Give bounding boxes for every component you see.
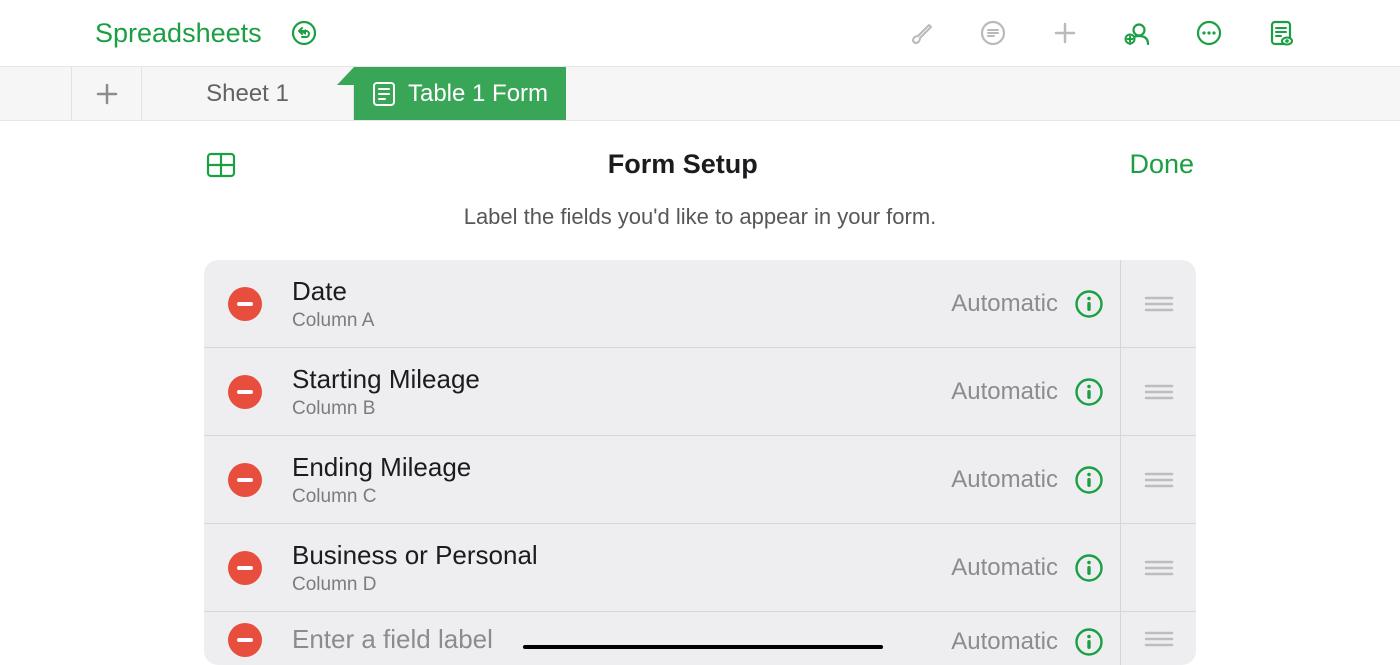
drag-handle-icon[interactable]	[1120, 260, 1196, 347]
field-column: Column D	[292, 574, 951, 596]
field-label: Business or Personal	[292, 540, 951, 571]
field-label-area[interactable]: Business or Personal Column D	[292, 540, 951, 596]
form-preview-icon[interactable]	[1267, 19, 1295, 47]
new-field-input[interactable]: Enter a field label	[292, 624, 493, 665]
field-column: Column C	[292, 486, 951, 508]
field-row: Starting Mileage Column B Automatic	[204, 348, 1196, 436]
drag-handle-icon[interactable]	[1120, 436, 1196, 523]
tabbar-leading-spacer	[0, 67, 72, 120]
form-setup-subtitle: Label the fields you'd like to appear in…	[0, 204, 1400, 230]
form-icon	[372, 81, 396, 107]
field-label: Starting Mileage	[292, 364, 951, 395]
field-type-label: Automatic	[951, 290, 1058, 318]
app-toolbar: Spreadsheets	[0, 0, 1400, 67]
delete-field-button[interactable]	[228, 375, 262, 409]
table-icon[interactable]	[206, 153, 236, 177]
toolbar-right	[907, 19, 1380, 47]
form-setup-title: Form Setup	[608, 149, 758, 180]
field-row: Date Column A Automatic	[204, 260, 1196, 348]
delete-field-button[interactable]	[228, 287, 262, 321]
tab-sheet-1-label: Sheet 1	[206, 80, 289, 108]
delete-field-button[interactable]	[228, 623, 262, 657]
drag-handle-icon[interactable]	[1120, 348, 1196, 435]
collaborate-icon[interactable]	[1123, 19, 1151, 47]
form-setup-header: Form Setup Done	[0, 121, 1400, 180]
field-label: Ending Mileage	[292, 452, 951, 483]
brush-icon[interactable]	[907, 19, 935, 47]
text-cursor	[523, 645, 883, 649]
field-type-label: Automatic	[951, 554, 1058, 582]
field-type-label: Automatic	[951, 378, 1058, 406]
toolbar-left: Spreadsheets	[0, 18, 318, 49]
delete-field-button[interactable]	[228, 551, 262, 585]
list-circle-icon[interactable]	[979, 19, 1007, 47]
tab-table-form[interactable]: Table 1 Form	[354, 67, 566, 120]
field-label: Date	[292, 276, 951, 307]
more-icon[interactable]	[1195, 19, 1223, 47]
drag-handle-icon[interactable]	[1120, 612, 1196, 665]
back-button[interactable]: Spreadsheets	[95, 18, 262, 49]
done-button[interactable]: Done	[1129, 149, 1194, 180]
field-label-area[interactable]: Ending Mileage Column C	[292, 452, 951, 508]
field-label-area[interactable]: Date Column A	[292, 276, 951, 332]
info-icon[interactable]	[1074, 553, 1104, 583]
field-label-area[interactable]: Starting Mileage Column B	[292, 364, 951, 420]
field-type-label: Automatic	[951, 628, 1058, 656]
field-row: Business or Personal Column D Automatic	[204, 524, 1196, 612]
info-icon[interactable]	[1074, 289, 1104, 319]
info-icon[interactable]	[1074, 627, 1104, 657]
field-row: Ending Mileage Column C Automatic	[204, 436, 1196, 524]
field-type-label: Automatic	[951, 466, 1058, 494]
field-column: Column B	[292, 398, 951, 420]
undo-icon[interactable]	[290, 19, 318, 47]
new-field-row: Enter a field label Automatic	[204, 612, 1196, 665]
tab-sheet-1[interactable]: Sheet 1	[142, 67, 354, 120]
info-icon[interactable]	[1074, 377, 1104, 407]
plus-icon[interactable]	[1051, 19, 1079, 47]
sheet-tab-bar: Sheet 1 Table 1 Form	[0, 67, 1400, 121]
fields-card: Date Column A Automatic	[204, 260, 1196, 665]
field-column: Column A	[292, 310, 951, 332]
delete-field-button[interactable]	[228, 463, 262, 497]
drag-handle-icon[interactable]	[1120, 524, 1196, 611]
info-icon[interactable]	[1074, 465, 1104, 495]
add-sheet-button[interactable]	[72, 67, 142, 120]
tab-table-form-label: Table 1 Form	[408, 80, 548, 108]
new-field-placeholder: Enter a field label	[292, 624, 493, 655]
